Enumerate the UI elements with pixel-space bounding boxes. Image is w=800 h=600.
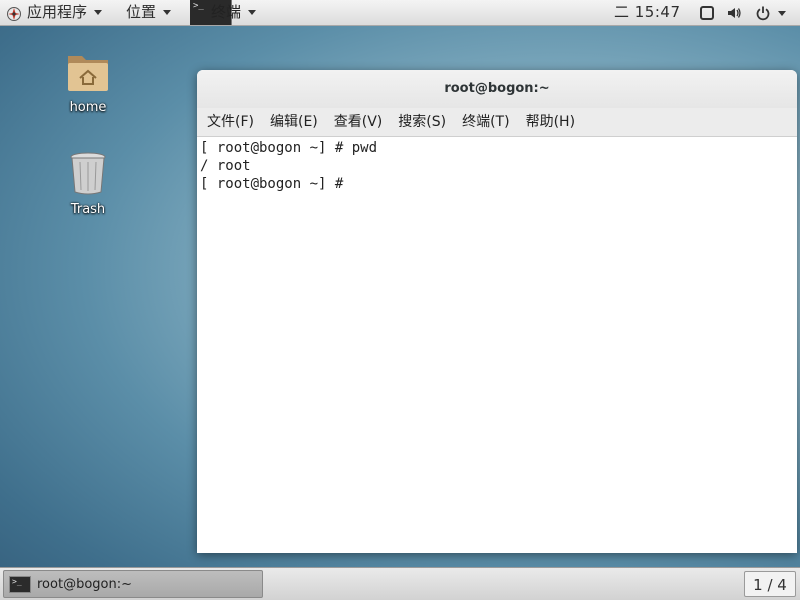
taskbar-terminal-button[interactable]: >_ root@bogon:~ — [3, 570, 263, 598]
desktop-icon-label: Trash — [70, 202, 106, 217]
terminal-line: / root — [200, 158, 251, 174]
chevron-down-icon — [163, 10, 172, 15]
applications-menu-label: 应用程序 — [27, 3, 88, 21]
chevron-down-icon[interactable] — [778, 11, 786, 16]
menu-edit[interactable]: 编辑(E) — [262, 108, 326, 136]
places-menu-label: 位置 — [126, 3, 157, 21]
window-title[interactable]: root@bogon:~ — [197, 70, 797, 108]
menu-file[interactable]: 文件(F) — [199, 108, 262, 136]
terminal-app-menu[interactable]: 终端 — [211, 0, 257, 25]
trash-icon — [70, 152, 106, 195]
places-menu[interactable]: 位置 — [126, 0, 172, 25]
chevron-down-icon — [94, 10, 103, 15]
terminal-line: [ root@bogon ~] # pwd — [200, 140, 378, 156]
folder-home-icon — [68, 56, 108, 91]
applications-menu[interactable]: 应用程序 — [6, 0, 103, 25]
workspace-switcher[interactable]: 1 / 4 — [744, 571, 796, 597]
desktop-icon-label: home — [69, 100, 107, 115]
bottom-panel: >_ root@bogon:~ 1 / 4 — [0, 567, 800, 600]
menu-help[interactable]: 帮助(H) — [518, 108, 583, 136]
terminal-app-menu-label: 终端 — [211, 3, 242, 21]
desktop-icon-home[interactable]: home — [48, 50, 128, 115]
desktop-icon-trash[interactable]: Trash — [48, 150, 128, 217]
volume-icon[interactable] — [726, 5, 742, 21]
clock[interactable]: 二 15:47 — [614, 0, 681, 25]
terminal-line: [ root@bogon ~] # — [200, 176, 352, 192]
menu-search[interactable]: 搜索(S) — [390, 108, 454, 136]
terminal-window[interactable]: root@bogon:~ 文件(F) 编辑(E) 查看(V) 搜索(S) 终端(… — [197, 70, 797, 553]
terminal-menubar: 文件(F) 编辑(E) 查看(V) 搜索(S) 终端(T) 帮助(H) — [197, 108, 797, 137]
power-icon[interactable] — [755, 5, 771, 21]
taskbar-label: root@bogon:~ — [37, 576, 132, 592]
display-icon[interactable] — [699, 5, 715, 21]
menu-view[interactable]: 查看(V) — [326, 108, 391, 136]
top-panel: 应用程序 位置 >_ 终端 二 15:47 — [0, 0, 800, 26]
chevron-down-icon — [248, 10, 257, 15]
terminal-output[interactable]: [ root@bogon ~] # pwd / root [ root@bogo… — [197, 137, 797, 553]
applications-icon — [6, 5, 22, 21]
terminal-icon: >_ — [9, 575, 31, 593]
menu-terminal[interactable]: 终端(T) — [454, 108, 517, 136]
